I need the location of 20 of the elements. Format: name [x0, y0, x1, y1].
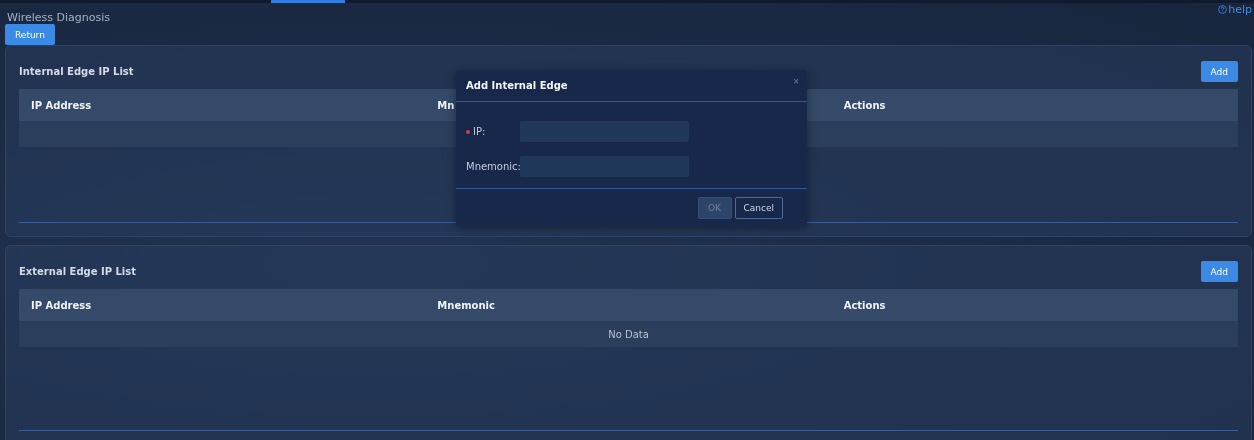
- help-icon: [1218, 5, 1228, 14]
- dialog-title: Add Internal Edge: [466, 80, 568, 91]
- empty-text: No Data: [608, 328, 649, 340]
- return-button[interactable]: Return: [5, 24, 55, 45]
- column-header: IP Address: [19, 89, 426, 121]
- help-link[interactable]: help: [1218, 3, 1252, 16]
- panel-title: Internal Edge IP List: [19, 66, 134, 77]
- field-label: IP:: [466, 126, 520, 137]
- required-icon: [466, 129, 470, 134]
- column-header: Mnemonic: [425, 289, 832, 321]
- add-button[interactable]: Add: [1200, 61, 1238, 82]
- panel-title: External Edge IP List: [19, 266, 137, 277]
- page-title: Wireless Diagnosis: [7, 11, 110, 24]
- add-button[interactable]: Add: [1200, 261, 1238, 282]
- close-button[interactable]: ×: [793, 76, 799, 87]
- field-label: Mnemonic:: [466, 161, 520, 172]
- column-header: Actions: [831, 289, 1238, 321]
- column-header: Actions: [831, 89, 1238, 121]
- cancel-button[interactable]: Cancel: [734, 196, 783, 219]
- column-header: IP Address: [19, 289, 426, 321]
